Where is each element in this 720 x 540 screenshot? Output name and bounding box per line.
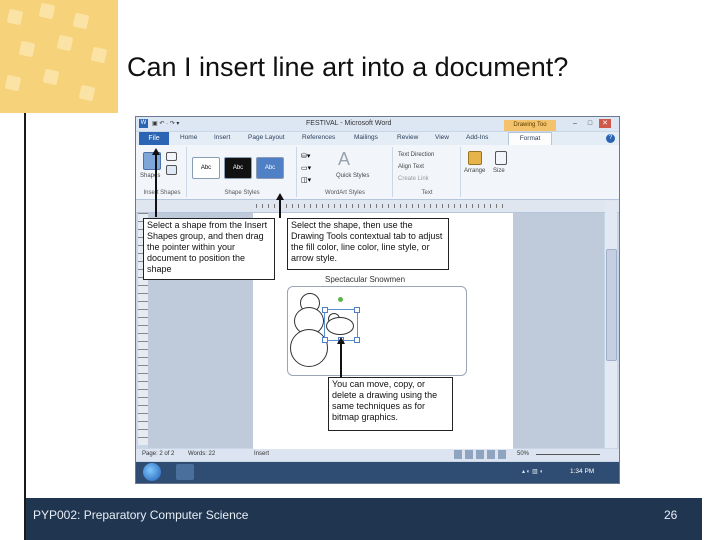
create-link-button[interactable]: Create Link	[398, 176, 429, 182]
ribbon: Shapes Insert Shapes Abc Abc Abc Shape S…	[136, 145, 619, 200]
style-sample-outline[interactable]: Abc	[192, 157, 220, 179]
minimize-icon[interactable]: –	[569, 119, 581, 128]
arrange-button[interactable]: Arrange	[464, 168, 485, 174]
style-sample-dark[interactable]: Abc	[224, 157, 252, 179]
status-page[interactable]: Page: 2 of 2	[142, 451, 174, 457]
text-group: Text Direction Align Text Create Link Te…	[394, 147, 461, 197]
horizontal-ruler	[136, 200, 619, 213]
close-icon[interactable]: ✕	[599, 119, 611, 128]
drawing-canvas[interactable]	[287, 286, 467, 376]
window-title: FESTIVAL - Microsoft Word	[306, 120, 392, 127]
size-icon[interactable]	[495, 151, 507, 165]
ribbon-tabs: File Home Insert Page Layout References …	[136, 132, 619, 146]
callout-arrow-format	[279, 198, 281, 218]
callout-arrow-drawing	[340, 342, 342, 377]
callout-arrowhead-shapes	[152, 148, 160, 155]
wordart-a-icon[interactable]: A	[338, 149, 350, 170]
tab-home[interactable]: Home	[180, 134, 197, 141]
system-tray-icons: ▴ ◐ ▥ ◖	[522, 469, 543, 475]
zoom-slider[interactable]	[536, 454, 600, 455]
drawing-tools-contextual-tab[interactable]: Drawing Too	[504, 120, 556, 131]
tab-add-ins[interactable]: Add-Ins	[466, 134, 488, 141]
resize-handle-tl[interactable]	[322, 307, 328, 313]
shape-outline-icon[interactable]: ▭▾	[301, 164, 311, 172]
document-caption: Spectacular Snowmen	[325, 275, 406, 284]
zoom-level[interactable]: 50%	[517, 451, 529, 457]
tab-view[interactable]: View	[435, 134, 449, 141]
tab-insert[interactable]: Insert	[214, 134, 230, 141]
insert-shapes-group: Shapes Insert Shapes	[138, 147, 187, 197]
wordart-styles-group: ⛁▾ ▭▾ ◫▾ A Quick Styles WordArt Styles	[298, 147, 393, 197]
callout-move-copy: You can move, copy, or delete a drawing …	[328, 377, 453, 431]
snowman-base[interactable]	[290, 329, 328, 367]
edit-shape-icon[interactable]	[166, 152, 177, 161]
shape-fill-icon[interactable]: ⛁▾	[301, 152, 310, 160]
taskbar-word-icon[interactable]	[176, 464, 194, 480]
quick-access-toolbar[interactable]: ▣ ↶ · ↷ ▾	[152, 120, 179, 127]
align-text-button[interactable]: Align Text	[398, 164, 424, 170]
slide-page-number: 26	[664, 508, 678, 522]
tab-format[interactable]: Format	[508, 132, 552, 146]
start-button[interactable]	[143, 463, 161, 481]
help-icon[interactable]: ?	[606, 134, 615, 143]
insert-shapes-label: Insert Shapes	[143, 190, 181, 196]
word-titlebar: W ▣ ↶ · ↷ ▾ FESTIVAL - Microsoft Word Dr…	[136, 117, 619, 131]
size-button[interactable]: Size	[493, 168, 505, 174]
taskbar-clock: 1:34 PM	[570, 468, 595, 475]
tab-file[interactable]: File	[139, 132, 169, 145]
windows-taskbar: ▴ ◐ ▥ ◖ 1:34 PM	[136, 462, 619, 483]
rotation-handle[interactable]	[338, 297, 343, 302]
corner-decoration	[0, 0, 118, 113]
text-group-label: Text	[421, 190, 433, 196]
callout-arrow-shapes	[155, 152, 157, 217]
tab-references[interactable]: References	[302, 134, 335, 141]
callout-arrowhead-drawing	[337, 337, 345, 344]
tab-mailings[interactable]: Mailings	[354, 134, 378, 141]
footer-course: PYP002: Preparatory Computer Science	[33, 508, 249, 522]
word-app-icon: W	[139, 119, 148, 128]
callout-arrowhead-format	[276, 193, 284, 200]
callout-drawing-tools: Select the shape, then use the Drawing T…	[287, 218, 449, 270]
resize-handle-bl[interactable]	[322, 337, 328, 343]
quick-styles-button[interactable]: Quick Styles	[336, 173, 369, 179]
tab-page-layout[interactable]: Page Layout	[248, 134, 285, 141]
status-bar: Page: 2 of 2 Words: 22 Insert 50%	[136, 449, 619, 461]
selected-oval[interactable]	[326, 317, 354, 335]
maximize-icon[interactable]: □	[584, 119, 596, 128]
tab-review[interactable]: Review	[397, 134, 418, 141]
view-buttons[interactable]	[454, 450, 508, 459]
scrollbar-thumb[interactable]	[606, 249, 617, 361]
text-box-icon[interactable]	[166, 165, 177, 175]
status-words[interactable]: Words: 22	[188, 451, 215, 457]
resize-handle-br[interactable]	[354, 337, 360, 343]
callout-insert-shapes: Select a shape from the Insert Shapes gr…	[143, 218, 275, 280]
wordart-styles-label: WordArt Styles	[325, 190, 365, 196]
text-direction-button[interactable]: Text Direction	[398, 152, 434, 158]
resize-handle-tr[interactable]	[354, 307, 360, 313]
status-mode[interactable]: Insert	[254, 451, 269, 457]
shape-effects-icon[interactable]: ◫▾	[301, 176, 311, 184]
arrange-size-group: Arrange Size	[462, 147, 516, 197]
style-sample-blue[interactable]: Abc	[256, 157, 284, 179]
slide-title: Can I insert line art into a document?	[127, 52, 569, 82]
vertical-scrollbar[interactable]	[605, 201, 617, 448]
left-rule	[24, 113, 26, 540]
shapes-button[interactable]: Shapes	[140, 173, 160, 179]
arrange-icon[interactable]	[468, 151, 482, 165]
shape-styles-group: Abc Abc Abc Shape Styles	[188, 147, 297, 197]
